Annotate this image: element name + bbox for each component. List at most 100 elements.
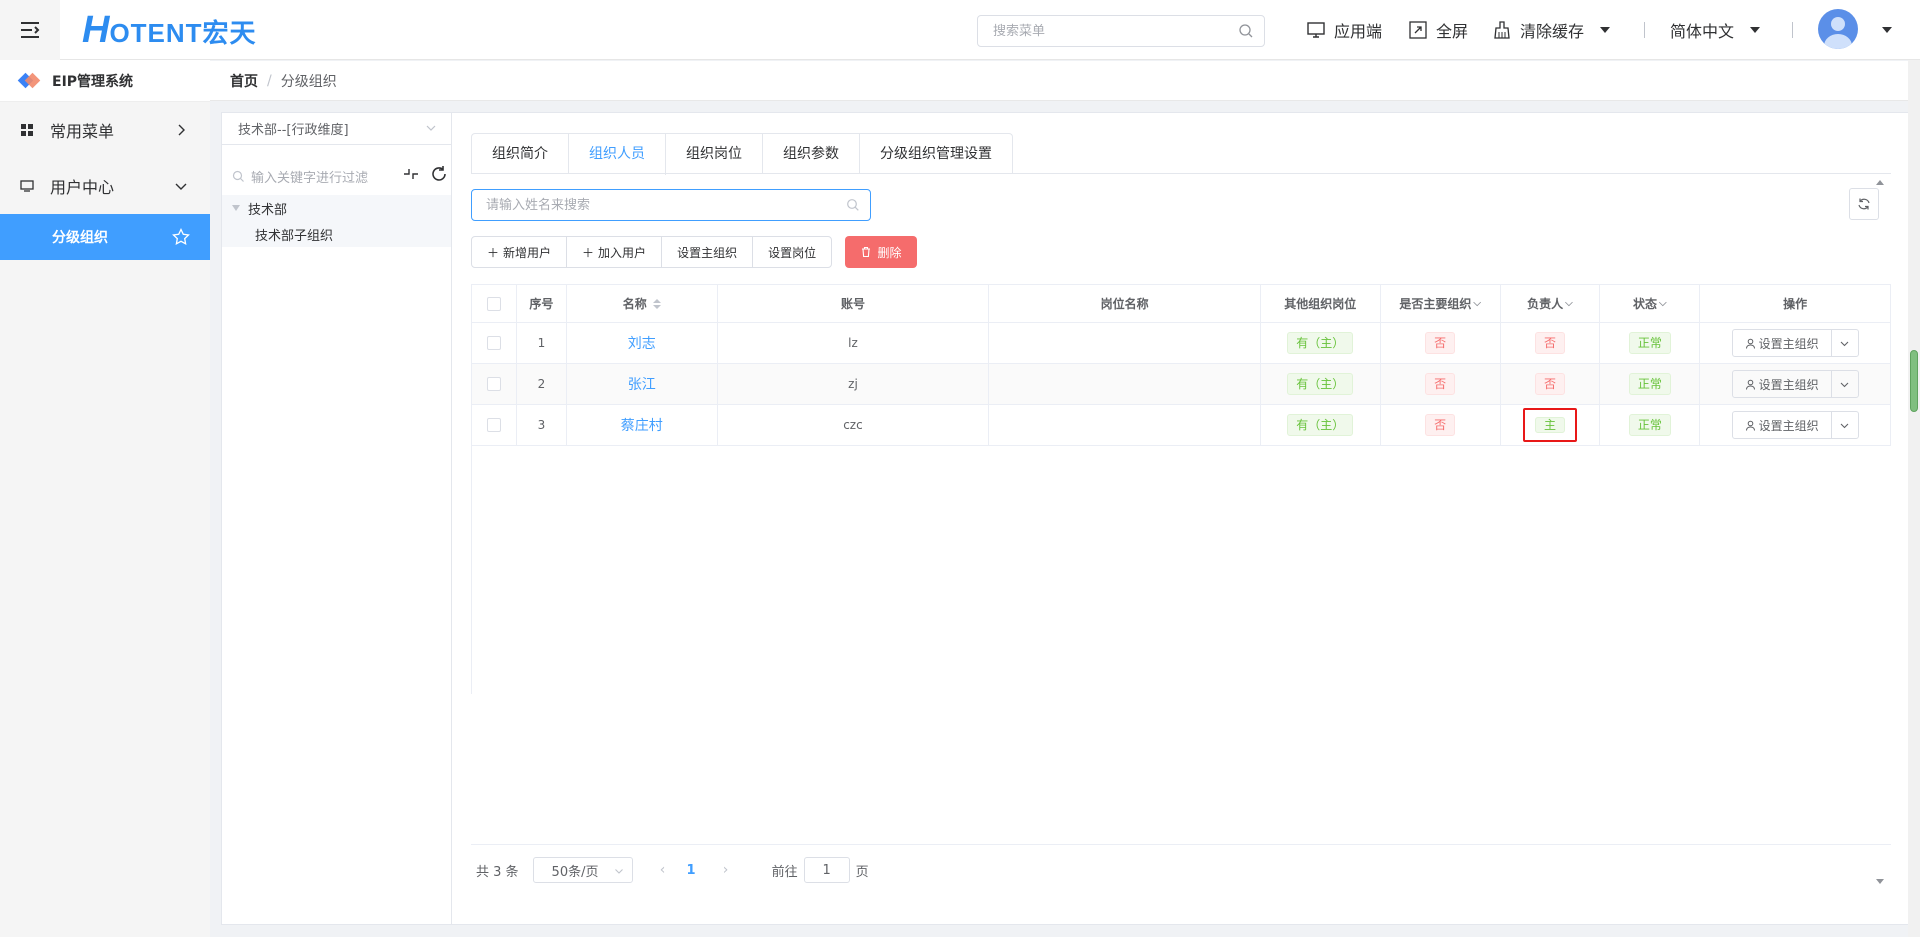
scrollbar-thumb[interactable] <box>1910 350 1918 412</box>
leader-tag[interactable]: 否 <box>1534 373 1565 395</box>
plus-icon: ＋ <box>487 245 500 260</box>
sidebar-item-common-menu[interactable]: 常用菜单 <box>0 102 210 158</box>
tab-org-posts[interactable]: 组织岗位 <box>666 134 763 174</box>
filter-chevron-icon[interactable]: ⌵ <box>1473 298 1481 309</box>
row-is-main-cell: 否 <box>1381 364 1501 404</box>
tab-org-params[interactable]: 组织参数 <box>763 134 860 174</box>
sidebar-item-user-center[interactable]: 用户中心 <box>0 158 210 214</box>
row-checkbox[interactable] <box>486 418 501 432</box>
row-is-main-cell: 否 <box>1381 323 1501 363</box>
set-main-org-row-button[interactable]: 设置主组织 <box>1733 371 1832 397</box>
search-icon[interactable] <box>1238 23 1254 39</box>
header-leader[interactable]: 负责人 ⌵ <box>1501 285 1601 322</box>
table-scrollbar[interactable] <box>1874 180 1884 884</box>
set-main-org-button[interactable]: 设置主组织 <box>661 236 754 268</box>
menu-toggle-button[interactable] <box>0 0 60 60</box>
org-detail-panel: 组织简介 组织人员 组织岗位 组织参数 分级组织管理设置 ＋新增用户 ＋加入用户… <box>452 112 1910 925</box>
sort-icon[interactable] <box>652 298 661 309</box>
logo-letter: H <box>82 9 110 51</box>
tree-tools <box>402 165 448 183</box>
sidebar-item-label: 用户中心 <box>50 178 115 197</box>
leader-tag[interactable]: 否 <box>1534 332 1565 354</box>
set-post-button[interactable]: 设置岗位 <box>752 236 833 268</box>
name-search-input[interactable] <box>472 190 832 220</box>
other-post-tag: 有（主） <box>1287 332 1354 354</box>
row-name-cell: 张江 <box>567 364 718 404</box>
page-number[interactable]: 1 <box>687 863 696 878</box>
filter-chevron-icon[interactable]: ⌵ <box>1659 298 1667 309</box>
avatar-caret-icon[interactable] <box>1882 27 1892 33</box>
row-status-cell: 正常 <box>1600 405 1701 445</box>
chevron-down-icon <box>614 869 623 874</box>
tab-org-members[interactable]: 组织人员 <box>569 134 666 175</box>
breadcrumb-home[interactable]: 首页 <box>230 71 258 91</box>
header-is-main[interactable]: 是否主要组织 ⌵ <box>1381 285 1501 322</box>
page-size-value: 50条/页 <box>551 864 599 880</box>
menu-search-input[interactable] <box>978 16 1218 46</box>
filter-chevron-icon[interactable]: ⌵ <box>1565 298 1573 309</box>
dimension-select[interactable]: 技术部--[行政维度] <box>222 113 451 145</box>
user-name-link[interactable]: 蔡庄村 <box>621 415 663 435</box>
tab-org-intro[interactable]: 组织简介 <box>472 134 569 174</box>
set-main-org-row-button[interactable]: 设置主组织 <box>1733 412 1832 438</box>
select-all-checkbox[interactable] <box>486 296 501 311</box>
status-tag: 正常 <box>1628 373 1671 395</box>
tab-graded-org-settings[interactable]: 分级组织管理设置 <box>860 134 1012 174</box>
scroll-down-icon[interactable] <box>1876 879 1884 884</box>
fullscreen-link[interactable]: 全屏 <box>1408 18 1468 42</box>
next-page-icon[interactable]: › <box>716 862 736 878</box>
refresh-icon[interactable] <box>430 165 448 183</box>
caret-down-icon <box>1600 27 1611 33</box>
clear-cache-dropdown[interactable]: 清除缓存 <box>1492 18 1611 42</box>
expand-triangle-icon[interactable] <box>232 205 240 211</box>
op-dropdown-toggle[interactable] <box>1832 330 1858 356</box>
row-other-post-cell: 有（主） <box>1261 364 1381 404</box>
monitor-icon <box>20 180 34 192</box>
collapse-icon[interactable] <box>402 165 420 183</box>
header-other-post: 其他组织岗位 <box>1261 285 1381 322</box>
set-main-org-row-button[interactable]: 设置主组织 <box>1733 330 1832 356</box>
goto-page-input[interactable]: 1 <box>803 857 850 883</box>
header-label: 负责人 <box>1527 297 1564 311</box>
set-main-org-split-button: 设置主组织 <box>1731 329 1859 357</box>
row-leader-cell: 否 <box>1501 364 1601 404</box>
tab-bar: 组织简介 组织人员 组织岗位 组织参数 分级组织管理设置 <box>471 133 1013 175</box>
button-label: 设置主组织 <box>1758 377 1819 392</box>
hotent-logo: H OTENT宏天 <box>82 9 257 51</box>
sidebar-item-label: 常用菜单 <box>50 122 115 141</box>
header-label: 名称 <box>622 297 647 311</box>
hamburger-icon <box>21 22 40 38</box>
star-icon[interactable] <box>172 228 190 246</box>
avatar-body <box>1824 34 1852 49</box>
user-name-link[interactable]: 刘志 <box>628 333 656 353</box>
op-dropdown-toggle[interactable] <box>1832 412 1858 438</box>
tree-node-child[interactable]: 技术部子组织 <box>222 221 451 247</box>
app-end-link[interactable]: 应用端 <box>1306 18 1382 42</box>
scroll-up-icon[interactable] <box>1876 180 1884 185</box>
row-checkbox-cell <box>472 323 517 363</box>
page-scrollbar[interactable] <box>1908 60 1920 937</box>
delete-button[interactable]: 删除 <box>845 236 917 268</box>
menu-search-box <box>977 15 1265 47</box>
add-user-button[interactable]: ＋新增用户 <box>471 236 568 268</box>
tree-node-root[interactable]: 技术部 <box>222 195 451 221</box>
prev-page-icon[interactable]: ‹ <box>653 862 673 878</box>
sidebar-item-graded-org[interactable]: 分级组织 <box>0 214 210 260</box>
leader-tag[interactable]: 主 <box>1534 417 1565 433</box>
row-checkbox[interactable] <box>486 377 501 391</box>
row-checkbox[interactable] <box>486 336 501 350</box>
language-dropdown[interactable]: 简体中文 <box>1670 18 1761 42</box>
header-name[interactable]: 名称 <box>567 285 718 322</box>
tree-node-label: 技术部 <box>248 202 288 218</box>
header-status[interactable]: 状态 ⌵ <box>1600 285 1701 322</box>
search-icon[interactable] <box>846 198 860 212</box>
user-name-link[interactable]: 张江 <box>628 374 656 394</box>
tree-filter-field[interactable]: 输入关键字进行过滤 <box>232 165 402 187</box>
total-count: 共 3 条 <box>476 864 519 880</box>
user-avatar[interactable] <box>1818 9 1858 49</box>
join-user-button[interactable]: ＋加入用户 <box>566 236 663 268</box>
tree-filter-placeholder: 输入关键字进行过滤 <box>251 170 369 186</box>
chevron-down-icon <box>1840 341 1849 346</box>
op-dropdown-toggle[interactable] <box>1832 371 1858 397</box>
page-size-select[interactable]: 50条/页 <box>532 857 633 883</box>
